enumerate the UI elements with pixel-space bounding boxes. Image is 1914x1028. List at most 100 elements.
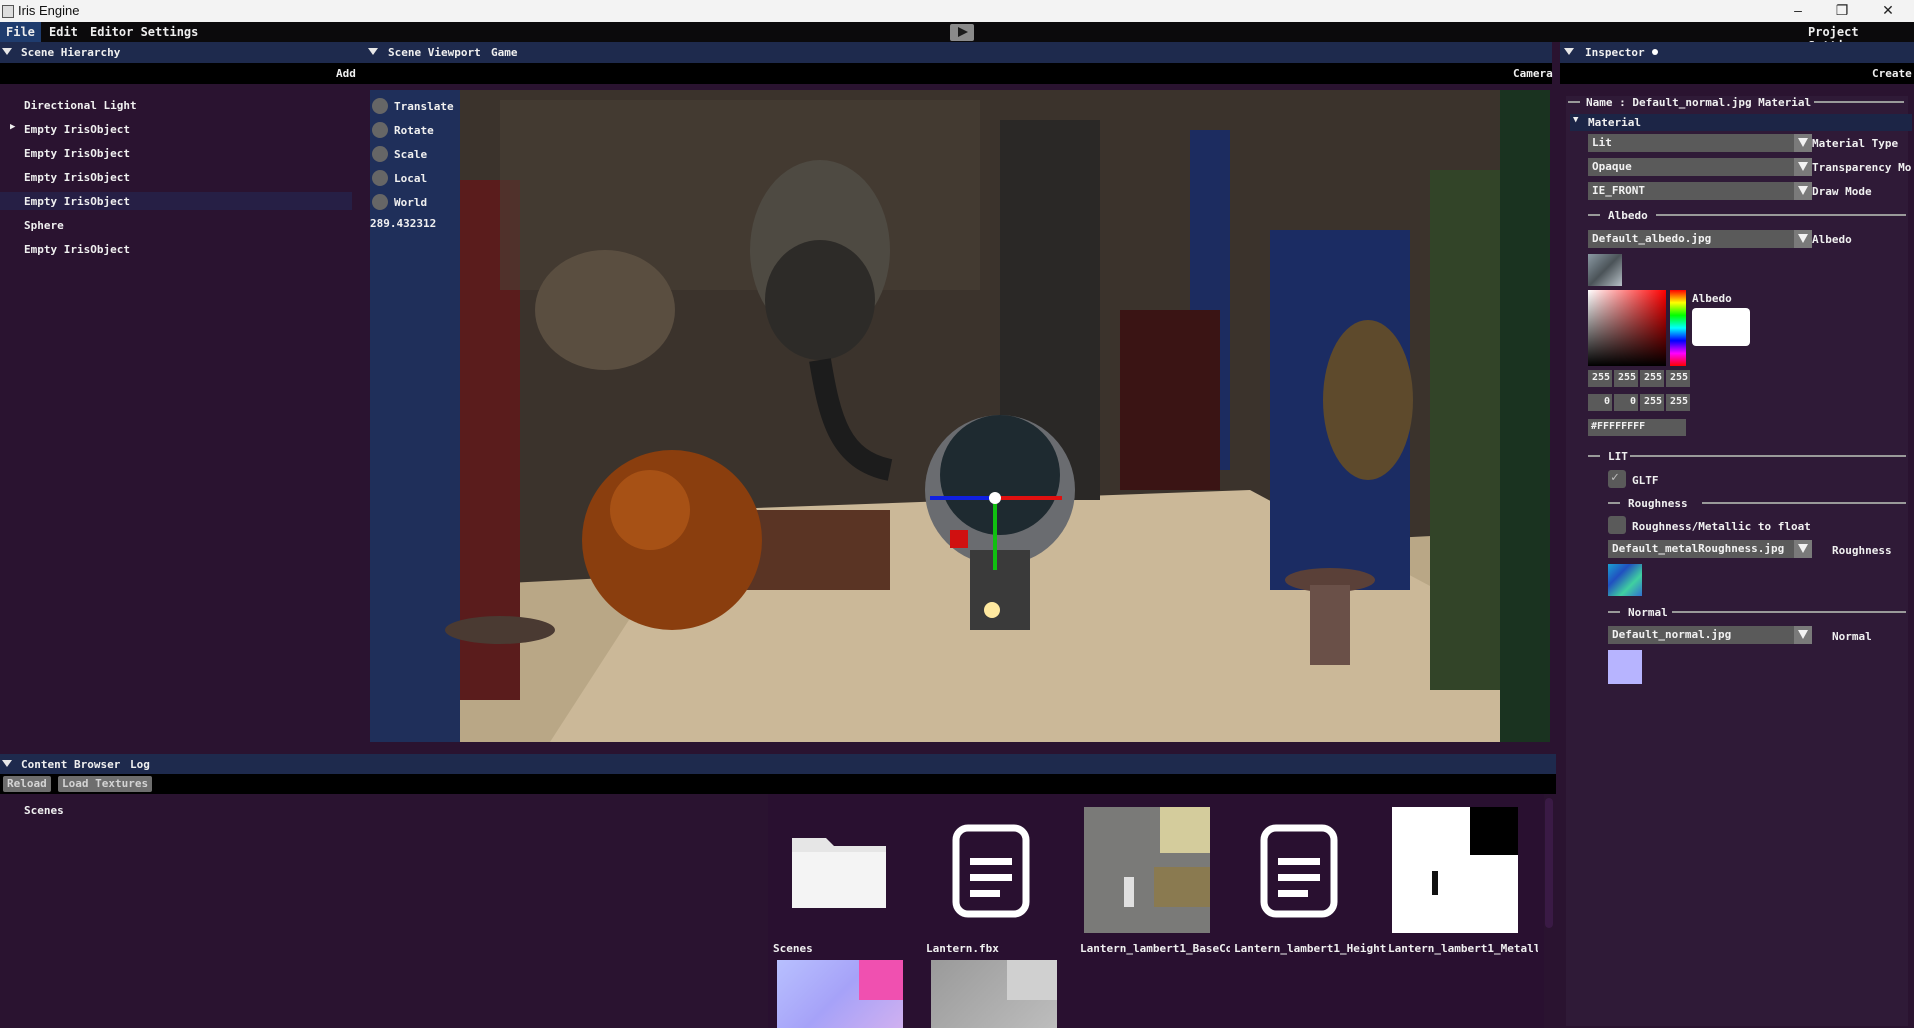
asset-grid-scrollbar[interactable]: [1545, 798, 1553, 928]
document-icon[interactable]: [1260, 824, 1340, 918]
hsv-a-field[interactable]: 255: [1666, 394, 1690, 411]
texture-thumbnail[interactable]: [777, 960, 903, 1028]
menu-editor-settings[interactable]: Editor Settings: [90, 25, 198, 39]
camera-label[interactable]: Camera: [1513, 67, 1553, 80]
load-textures-button[interactable]: Load Textures: [58, 776, 153, 792]
hue-slider[interactable]: [1670, 290, 1686, 366]
transparency-value: Opaque: [1592, 160, 1632, 173]
collapse-triangle-icon[interactable]: [2, 48, 12, 55]
texture-thumbnail[interactable]: [931, 960, 1057, 1028]
hsv-v-field[interactable]: 255: [1640, 394, 1664, 411]
hierarchy-item[interactable]: Empty IrisObject: [24, 243, 130, 256]
tab-inspector[interactable]: Inspector: [1585, 46, 1645, 59]
asset-label: Scenes: [773, 942, 813, 955]
normal-texture-combo[interactable]: Default_normal.jpg: [1608, 626, 1812, 644]
albedo-texture-combo[interactable]: Default_albedo.jpg: [1588, 230, 1812, 248]
create-button[interactable]: Create: [1872, 67, 1912, 80]
roughness-thumbnail[interactable]: [1608, 564, 1642, 596]
hsv-s-field[interactable]: 0: [1614, 394, 1638, 411]
rgba-r-field[interactable]: 255: [1588, 370, 1612, 387]
dropdown-arrow-icon[interactable]: [1794, 230, 1812, 248]
scene-hierarchy-panel: Scene Hierarchy Add ▶ Directional Light …: [0, 42, 362, 754]
content-browser-tab-bar: Content Browser Log: [0, 754, 1556, 774]
add-button[interactable]: Add: [336, 67, 356, 80]
separator: [1672, 611, 1906, 613]
gltf-checkbox[interactable]: ✓: [1608, 470, 1626, 488]
reload-button[interactable]: Reload: [3, 776, 51, 792]
menu-file[interactable]: File: [0, 22, 41, 42]
dropdown-arrow-icon[interactable]: [1794, 134, 1812, 152]
play-button[interactable]: [950, 24, 974, 41]
normal-section-title: Normal: [1628, 606, 1668, 619]
translate-label: Translate: [394, 100, 454, 113]
maximize-button[interactable]: ❐: [1820, 0, 1864, 22]
albedo-section-title: Albedo: [1608, 209, 1648, 222]
document-graphic: [952, 824, 1030, 918]
hierarchy-toolbar: Add: [0, 63, 362, 84]
texture-thumbnail[interactable]: [1084, 807, 1210, 933]
material-type-label: Material Type: [1812, 137, 1899, 150]
dropdown-arrow-icon[interactable]: [1794, 626, 1812, 644]
viewport-header: Scene Viewport Game Camera: [362, 42, 1553, 84]
rgba-b-field[interactable]: 255: [1640, 370, 1664, 387]
transparency-label: Transparency Mo: [1812, 161, 1912, 174]
color-picker-sv-square[interactable]: [1588, 290, 1666, 366]
tab-game[interactable]: Game: [491, 46, 518, 59]
hsv-h-field[interactable]: 0: [1588, 394, 1612, 411]
dropdown-arrow-icon[interactable]: [1794, 158, 1812, 176]
collapse-arrow-icon[interactable]: ▼: [1573, 115, 1578, 125]
dropdown-arrow-icon[interactable]: [1794, 540, 1812, 558]
texture-thumbnail[interactable]: [1392, 807, 1518, 933]
scene-viewport-render[interactable]: Translate Rotate Scale Local World 289.4…: [370, 90, 1550, 742]
tab-scene-hierarchy[interactable]: Scene Hierarchy: [21, 46, 120, 59]
collapse-triangle-icon[interactable]: [368, 48, 378, 55]
document-icon[interactable]: [952, 824, 1032, 918]
radio-local[interactable]: [372, 170, 388, 186]
roughness-section-title: Roughness: [1628, 497, 1688, 510]
rgba-a-field[interactable]: 255: [1666, 370, 1690, 387]
roughness-texture-label: Roughness: [1832, 544, 1892, 557]
normal-thumbnail[interactable]: [1608, 650, 1642, 684]
color-preview-swatch[interactable]: [1692, 308, 1750, 346]
radio-scale[interactable]: [372, 146, 388, 162]
tab-content-browser[interactable]: Content Browser: [21, 758, 120, 771]
hierarchy-item[interactable]: Empty IrisObject: [24, 147, 130, 160]
transparency-combo[interactable]: Opaque: [1588, 158, 1812, 176]
scene-render-graphic: [370, 90, 1550, 742]
content-browser-header: Content Browser Log: [0, 754, 1556, 774]
minimize-button[interactable]: –: [1776, 0, 1820, 22]
roughness-metallic-checkbox[interactable]: [1608, 516, 1626, 534]
hierarchy-item-selected[interactable]: Empty IrisObject: [24, 195, 130, 208]
radio-translate[interactable]: [372, 98, 388, 114]
lit-section-title: LIT: [1608, 450, 1628, 463]
content-browser-toolbar: [0, 774, 1556, 794]
radio-rotate[interactable]: [372, 122, 388, 138]
hierarchy-item[interactable]: Directional Light: [24, 99, 137, 112]
tab-scene-viewport[interactable]: Scene Viewport: [388, 46, 481, 59]
hierarchy-item[interactable]: Sphere: [24, 219, 64, 232]
viewport-toolbar: Camera: [362, 63, 1553, 84]
separator: [1608, 502, 1620, 504]
folder-icon[interactable]: [790, 832, 888, 910]
collapse-triangle-icon[interactable]: [1564, 48, 1574, 55]
albedo-thumbnail[interactable]: [1588, 254, 1622, 286]
close-button[interactable]: ✕: [1866, 0, 1910, 22]
expand-arrow-icon[interactable]: ▶: [10, 122, 15, 132]
collapse-triangle-icon[interactable]: [2, 760, 12, 767]
tab-log[interactable]: Log: [130, 758, 150, 771]
folder-tree-item[interactable]: Scenes: [24, 804, 64, 817]
radio-world[interactable]: [372, 194, 388, 210]
gltf-label: GLTF: [1632, 474, 1659, 487]
hierarchy-item[interactable]: Empty IrisObject: [24, 123, 130, 136]
hierarchy-item[interactable]: Empty IrisObject: [24, 171, 130, 184]
hex-color-field[interactable]: #FFFFFFFF: [1588, 419, 1686, 436]
material-name-line: Name : Default_normal.jpg Material: [1586, 96, 1812, 109]
menu-edit[interactable]: Edit: [49, 25, 78, 39]
scale-label: Scale: [394, 148, 428, 161]
material-type-combo[interactable]: Lit: [1588, 134, 1812, 152]
draw-mode-combo[interactable]: IE_FRONT: [1588, 182, 1812, 200]
rgba-g-field[interactable]: 255: [1614, 370, 1638, 387]
dropdown-arrow-icon[interactable]: [1794, 182, 1812, 200]
roughness-texture-combo[interactable]: Default_metalRoughness.jpg: [1608, 540, 1812, 558]
separator: [1588, 455, 1600, 457]
